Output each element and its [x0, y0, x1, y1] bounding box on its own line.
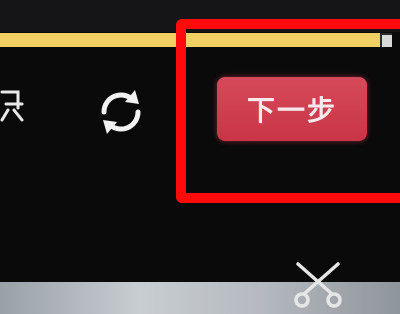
- crop-icon[interactable]: [0, 86, 26, 126]
- next-step-button[interactable]: 下一步: [217, 77, 367, 141]
- rotate-icon[interactable]: [92, 86, 150, 138]
- editor-screen: 下一步: [0, 0, 400, 314]
- scissors-icon[interactable]: [290, 258, 346, 310]
